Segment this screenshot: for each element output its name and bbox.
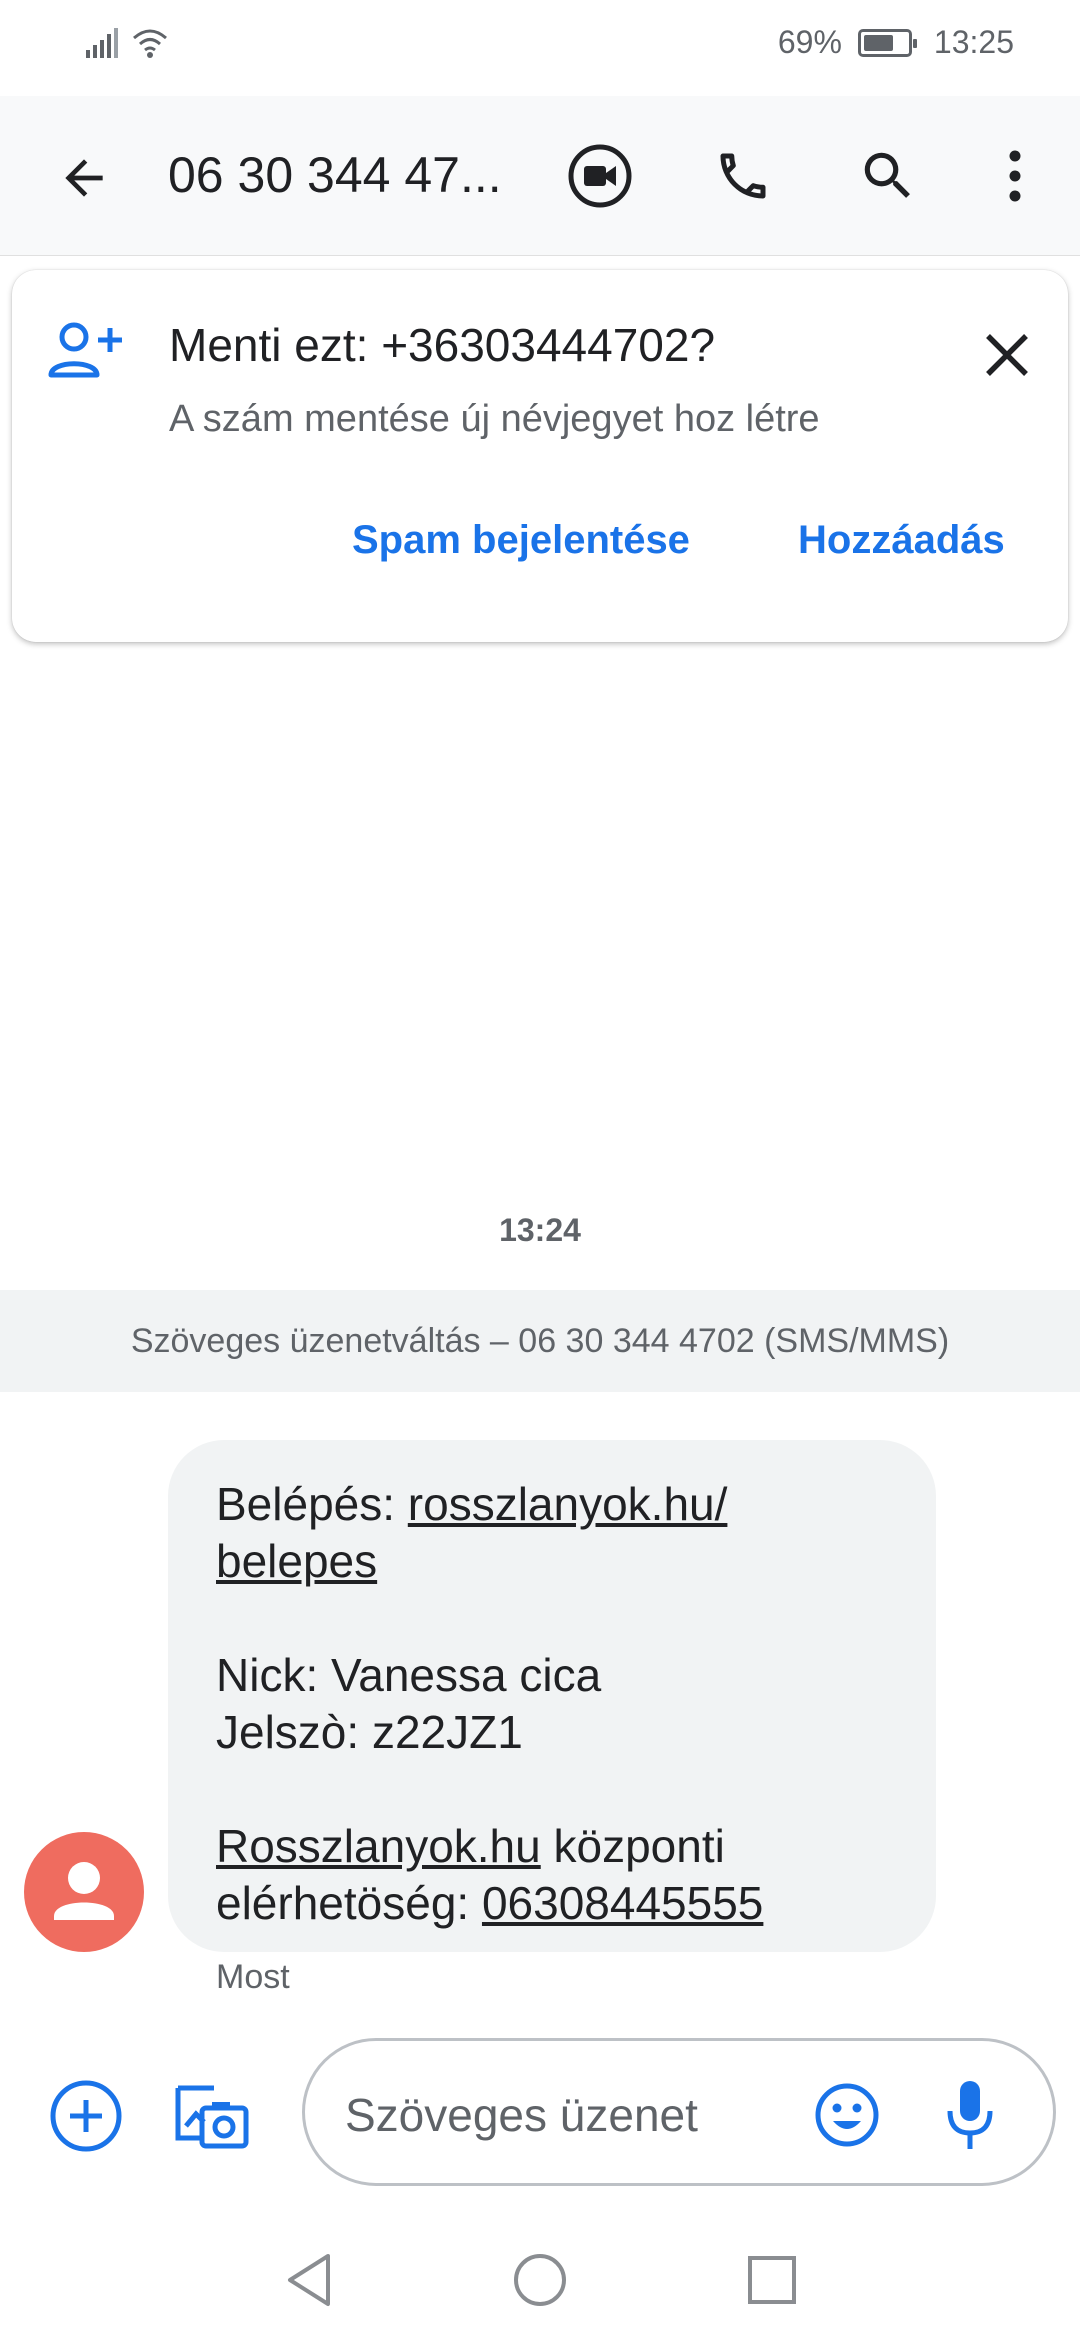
message-bubble[interactable]: Belépés: rosszlanyok.hu/ belepes Nick: V… (168, 1440, 936, 1952)
message-line: elérhetöség: 06308445555 (216, 1875, 888, 1932)
back-arrow-icon (65, 159, 103, 197)
person-add-icon (48, 322, 122, 378)
phone-icon (720, 153, 766, 199)
add-circle-icon (50, 2080, 122, 2152)
status-icons-left (86, 28, 168, 63)
nav-recents-button[interactable] (744, 2252, 800, 2308)
save-contact-title: Menti ezt: +36303444702? (169, 319, 716, 371)
close-card-button[interactable] (972, 320, 1042, 390)
call-button[interactable] (703, 136, 783, 216)
more-vert-icon (1009, 150, 1021, 202)
message-line: belepes (216, 1533, 888, 1590)
attach-button[interactable] (48, 2078, 124, 2154)
save-contact-card: Menti ezt: +36303444702? A szám mentése … (12, 270, 1068, 642)
battery-percent: 69% (777, 24, 842, 60)
message-text: központi (540, 1820, 725, 1872)
conversation-banner-text: Szöveges üzenetváltás – 06 30 344 4702 (… (130, 1321, 950, 1360)
person-icon (54, 1862, 114, 1920)
more-options-button[interactable] (985, 136, 1045, 216)
report-spam-button[interactable]: Spam bejelentése (352, 518, 690, 563)
battery-icon (857, 28, 917, 57)
avatar[interactable] (24, 1832, 144, 1952)
gallery-button[interactable] (172, 2078, 252, 2154)
nav-back-button[interactable] (282, 2250, 338, 2310)
message-input[interactable] (345, 2085, 765, 2145)
conversation-title: 06 30 344 47... (168, 147, 502, 203)
message-line: Belépés: rosszlanyok.hu/ (216, 1476, 888, 1533)
video-call-button[interactable] (560, 136, 640, 216)
search-button[interactable] (848, 136, 928, 216)
compose-field[interactable] (302, 2038, 1056, 2186)
message-link[interactable]: rosszlanyok.hu/ (408, 1478, 728, 1530)
message-link[interactable]: Rosszlanyok.hu (216, 1820, 541, 1872)
conversation-time: 13:24 (499, 1212, 581, 1248)
status-icons-right: 69% 13:25 (778, 24, 1014, 61)
nav-home-icon (514, 2254, 566, 2306)
video-call-icon (568, 144, 632, 208)
emoji-button[interactable] (813, 2081, 881, 2149)
voice-input-button[interactable] (945, 2077, 995, 2153)
message-text: Belépés: (216, 1478, 408, 1530)
nav-recents-icon (748, 2256, 796, 2304)
screen: 69% 13:25 06 30 344 47... Menti ezt: +36… (0, 0, 1080, 2340)
wifi-icon (132, 28, 168, 63)
status-time: 13:25 (933, 24, 1014, 60)
message-text: elérhetöség: (216, 1877, 482, 1929)
message-phone-link[interactable]: 06308445555 (482, 1877, 763, 1929)
system-nav-bar (0, 2220, 1080, 2340)
back-button[interactable] (44, 138, 124, 218)
message-link[interactable]: belepes (216, 1535, 377, 1587)
app-bar: 06 30 344 47... (0, 96, 1080, 256)
search-icon (864, 152, 910, 198)
save-contact-subtitle: A szám mentése új névjegyet hoz létre (169, 398, 820, 440)
message-text: Nick: Vanessa cica (216, 1649, 602, 1701)
emoji-icon (815, 2083, 879, 2147)
status-bar: 69% 13:25 (0, 0, 1080, 96)
close-icon (986, 334, 1028, 376)
add-contact-button[interactable]: Hozzáadás (798, 518, 1005, 563)
message-text: Jelszò: z22JZ1 (216, 1706, 523, 1758)
signal-icon (86, 28, 120, 63)
nav-home-button[interactable] (510, 2250, 570, 2310)
conversation-banner: Szöveges üzenetváltás – 06 30 344 4702 (… (0, 1290, 1080, 1392)
nav-back-icon (288, 2254, 330, 2306)
message-timestamp: Most (216, 1958, 290, 1996)
add-photo-icon (175, 2085, 249, 2149)
message-line: Rosszlanyok.hu központi (216, 1818, 888, 1875)
mic-icon (947, 2081, 993, 2149)
